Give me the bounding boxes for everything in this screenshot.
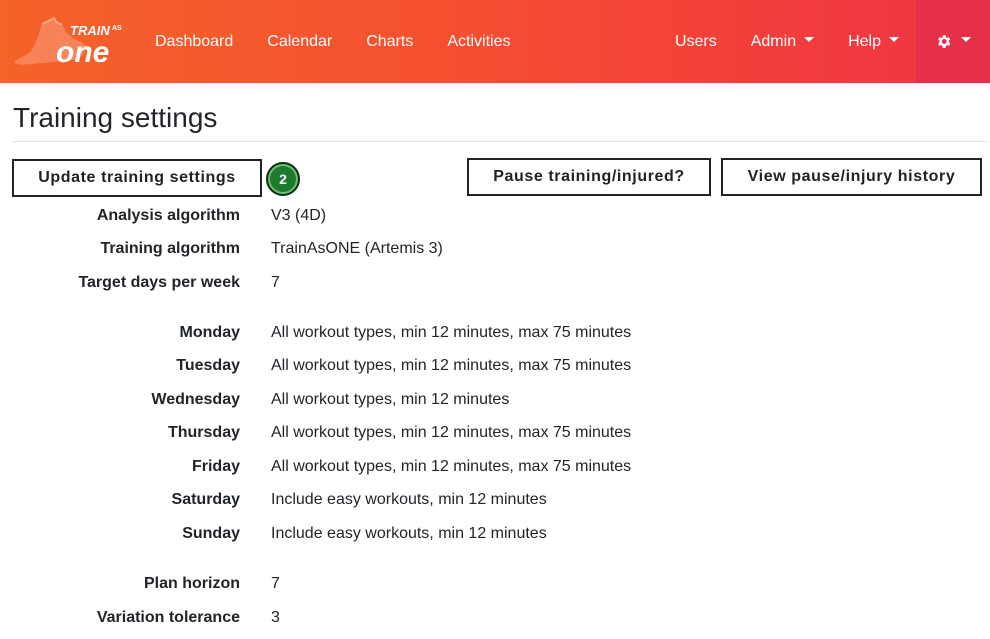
caret-down-icon	[961, 37, 971, 42]
settings-dropdown[interactable]	[916, 0, 990, 83]
brand-line3: one	[56, 36, 109, 68]
setting-label: Analysis algorithm	[96, 207, 240, 224]
nav-help-dropdown[interactable]: Help	[831, 0, 916, 83]
day-row-wednesday: Wednesday All workout types, min 12 minu…	[0, 391, 990, 415]
day-value: All workout types, min 12 minutes, max 7…	[271, 324, 632, 341]
nav-charts[interactable]: Charts	[349, 0, 430, 83]
nav-users[interactable]: Users	[658, 0, 734, 83]
day-value: All workout types, min 12 minutes	[271, 391, 510, 408]
day-row-friday: Friday All workout types, min 12 minutes…	[0, 458, 990, 482]
day-value: All workout types, min 12 minutes, max 7…	[271, 357, 632, 374]
setting-row-plan-horizon: Plan horizon 7	[0, 575, 990, 599]
day-label: Wednesday	[151, 391, 240, 408]
setting-value: 3	[271, 609, 280, 626]
day-value: All workout types, min 12 minutes, max 7…	[271, 458, 632, 475]
day-label: Thursday	[167, 424, 240, 441]
day-row-sunday: Sunday Include easy workouts, min 12 min…	[0, 525, 990, 549]
day-row-tuesday: Tuesday All workout types, min 12 minute…	[0, 357, 990, 381]
setting-row-target-days: Target days per week 7	[0, 274, 990, 298]
day-value: Include easy workouts, min 12 minutes	[271, 491, 547, 508]
day-row-saturday: Saturday Include easy workouts, min 12 m…	[0, 491, 990, 515]
setting-label: Plan horizon	[144, 575, 240, 592]
setting-value: 7	[271, 575, 280, 592]
setting-label: Target days per week	[78, 274, 240, 291]
update-training-settings-button[interactable]: Update training settings	[12, 159, 262, 197]
setting-label: Training algorithm	[100, 240, 240, 257]
nav-activities[interactable]: Activities	[430, 0, 527, 83]
gear-icon	[938, 35, 951, 48]
day-label: Monday	[179, 324, 240, 341]
setting-row-variation-tolerance: Variation tolerance 3	[0, 609, 990, 633]
top-navbar: TRAIN AS one Dashboard Calendar Charts A…	[0, 0, 990, 83]
day-label: Saturday	[171, 491, 240, 508]
day-value: All workout types, min 12 minutes, max 7…	[271, 424, 632, 441]
notification-badge: 2	[266, 162, 300, 196]
nav-right-group: Users Admin Help	[658, 0, 916, 83]
nav-calendar[interactable]: Calendar	[250, 0, 349, 83]
nav-admin-dropdown[interactable]: Admin	[734, 0, 831, 83]
setting-row-analysis: Analysis algorithm V3 (4D)	[0, 207, 990, 231]
nav-admin-label: Admin	[750, 33, 797, 50]
shoe-logo-icon: TRAIN AS one	[14, 16, 122, 69]
view-pause-history-button[interactable]: View pause/injury history	[721, 158, 982, 196]
title-divider	[12, 141, 987, 142]
page-title: Training settings	[13, 102, 218, 133]
day-value: Include easy workouts, min 12 minutes	[271, 525, 547, 542]
caret-down-icon	[804, 37, 815, 43]
day-label: Tuesday	[176, 357, 240, 374]
brand-line2: AS	[112, 25, 122, 32]
setting-value: 7	[271, 274, 280, 291]
nav-dashboard[interactable]: Dashboard	[138, 0, 250, 83]
setting-row-training-algorithm: Training algorithm TrainAsONE (Artemis 3…	[0, 240, 990, 264]
pause-training-button[interactable]: Pause training/injured?	[467, 158, 711, 196]
setting-value: TrainAsONE (Artemis 3)	[271, 240, 443, 257]
setting-label: Variation tolerance	[96, 609, 240, 626]
day-row-monday: Monday All workout types, min 12 minutes…	[0, 324, 990, 348]
day-row-thursday: Thursday All workout types, min 12 minut…	[0, 424, 990, 448]
day-label: Sunday	[182, 525, 240, 542]
setting-value: V3 (4D)	[271, 207, 327, 224]
day-label: Friday	[191, 458, 240, 475]
nav-left-group: Dashboard Calendar Charts Activities	[138, 0, 527, 83]
nav-help-label: Help	[848, 33, 881, 50]
caret-down-icon	[889, 37, 899, 43]
trainasone-logo[interactable]: TRAIN AS one	[12, 12, 124, 69]
